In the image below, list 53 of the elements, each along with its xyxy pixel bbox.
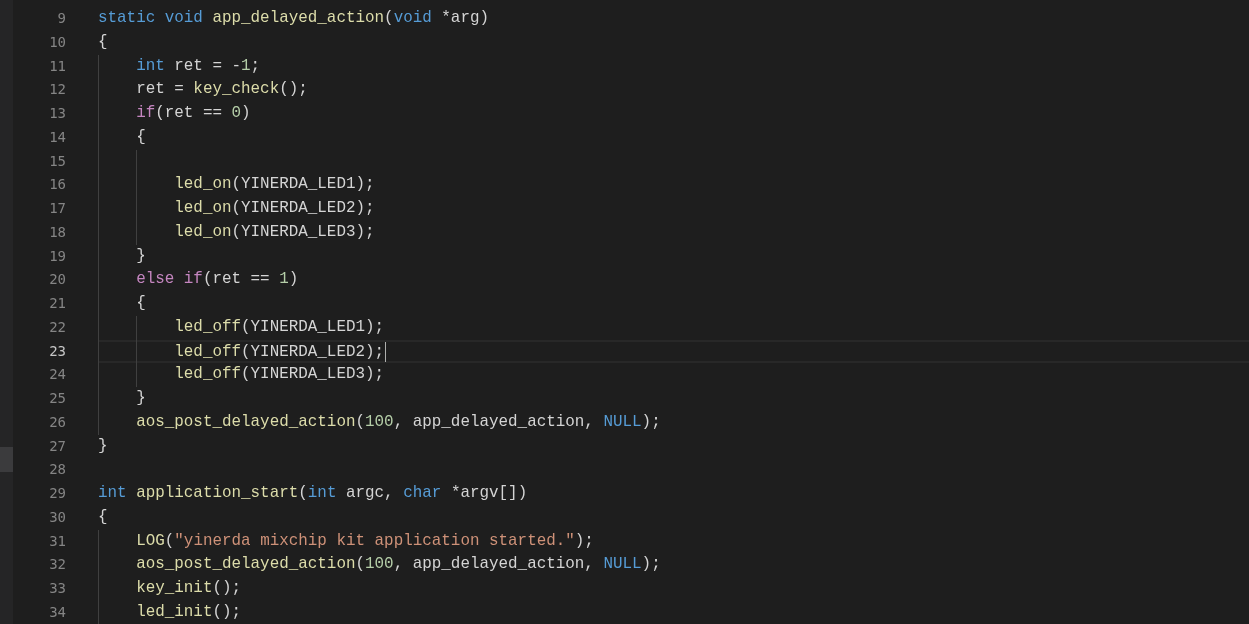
code-line: { [135, 127, 146, 146]
line-number: 18 [48, 222, 66, 242]
line-number: 21 [48, 294, 66, 313]
code-line: led_on(YINERDA_LED2); [173, 199, 375, 217]
code-line: led_off(YINERDA_LED3); [173, 365, 385, 384]
code-line: LOG("yinerda mixchip kit application started."); [135, 531, 594, 550]
code-line: } [98, 436, 108, 455]
code-line: else if(ret == 1) [135, 270, 299, 289]
line-number: 28 [48, 460, 66, 480]
code-line: aos_post_delayed_action(100, app_delayed_action, NULL); [135, 555, 661, 574]
code-line: key_init(); [135, 579, 242, 597]
line-number: 33 [48, 579, 66, 598]
line-number: 12 [48, 80, 66, 100]
code-line: int ret = -1; [135, 56, 261, 75]
line-number: 14 [48, 127, 66, 147]
code-line: { [98, 32, 108, 51]
code-line: int application_start(int argc, char *argv[]) [98, 484, 528, 502]
code-line: led_off(YINERDA_LED2); [173, 342, 385, 361]
code-line: } [135, 246, 146, 265]
text-cursor [385, 341, 387, 362]
code-line: if(ret == 0) [135, 104, 251, 122]
code-line: led_on(YINERDA_LED1); [173, 175, 375, 194]
line-number: 10 [48, 32, 66, 52]
line-number: 15 [48, 151, 66, 171]
code-line: { [135, 294, 146, 312]
line-number: 29 [48, 484, 66, 503]
line-number: 19 [48, 246, 66, 266]
code-line: aos_post_delayed_action(100, app_delayed_action, NULL); [135, 412, 661, 431]
code-line: led_on(YINERDA_LED3); [173, 222, 375, 241]
line-number: 30 [48, 507, 66, 527]
line-number: 31 [48, 531, 66, 551]
line-number: 17 [48, 199, 66, 218]
code-line: } [135, 389, 146, 407]
line-number: 11 [48, 56, 66, 76]
code-line: { [98, 507, 108, 526]
line-number: 27 [48, 436, 66, 456]
line-number: 23 [48, 341, 66, 361]
line-number: 16 [48, 175, 66, 195]
line-number: 24 [48, 365, 66, 385]
code-line: led_off(YINERDA_LED1); [173, 317, 385, 336]
code-editor[interactable] [0, 0, 1249, 624]
line-number: 20 [48, 270, 66, 290]
code-line: static void app_delayed_action(void *arg) [98, 9, 489, 27]
code-line: led_init(); [135, 602, 242, 621]
scrollbar-thumb[interactable] [0, 447, 13, 472]
line-number: 22 [48, 317, 66, 337]
line-number: 9 [56, 9, 66, 28]
line-number: 26 [48, 412, 66, 432]
line-number: 13 [48, 104, 66, 123]
code-line: ret = key_check(); [135, 80, 308, 99]
line-number: 34 [48, 602, 66, 622]
line-number: 32 [48, 555, 66, 575]
line-number: 25 [48, 389, 66, 408]
